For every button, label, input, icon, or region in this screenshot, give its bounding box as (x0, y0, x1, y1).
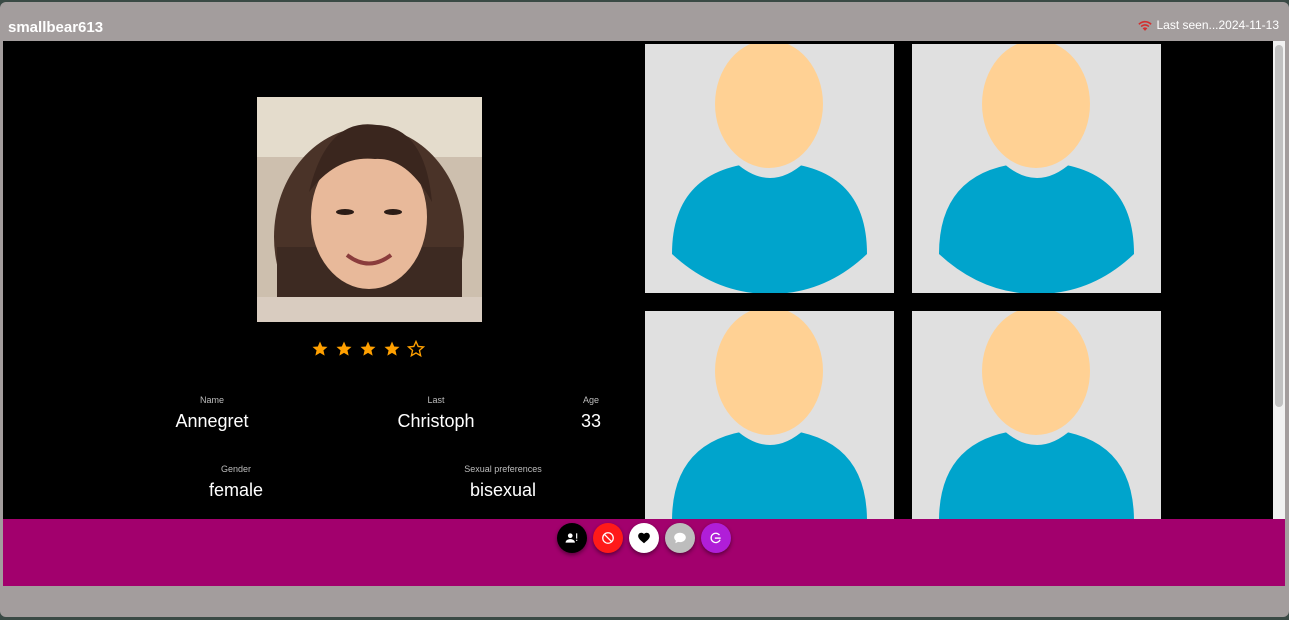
last-seen-text: Last seen...2024-11-13 (1156, 18, 1279, 32)
like-button[interactable] (629, 523, 659, 553)
last-name-value: Christoph (397, 411, 475, 431)
preferences-value: bisexual (469, 480, 537, 500)
last-name-field: Last Christoph (381, 395, 491, 432)
heart-icon (638, 532, 650, 544)
star-filled-icon (384, 341, 400, 356)
gender-value: female (208, 480, 264, 500)
star-filled-icon (312, 341, 328, 356)
user-placeholder-icon (672, 44, 867, 293)
chat-icon (674, 532, 686, 544)
person-add-icon (565, 533, 578, 543)
last-seen-status: Last seen...2024-11-13 (1138, 18, 1279, 32)
action-bar (3, 519, 1285, 586)
preferences-label: Sexual preferences (464, 464, 542, 474)
star-filled-icon (360, 341, 376, 356)
user-placeholder-icon (939, 311, 1134, 519)
user-placeholder-icon (939, 44, 1134, 293)
gender-field: Gender female (191, 464, 281, 501)
block-button[interactable] (593, 523, 623, 553)
profile-panel: Name Annegret Last Christoph Age 33 Gend… (3, 41, 1285, 519)
wifi-icon (1138, 20, 1153, 31)
username-title: smallbear613 (8, 19, 104, 36)
age-label: Age (582, 395, 599, 405)
gallery-photo-2[interactable] (912, 44, 1161, 293)
star-filled-icon (336, 341, 352, 356)
block-icon (602, 532, 614, 544)
report-icon (710, 532, 721, 544)
gender-label: Gender (220, 464, 252, 474)
name-label: Name (199, 395, 224, 405)
preferences-field: Sexual preferences bisexual (443, 464, 563, 501)
gallery-photo-1[interactable] (645, 44, 894, 293)
star-empty-icon (407, 340, 425, 358)
add-friend-button[interactable] (557, 523, 587, 553)
rating-stars (311, 340, 425, 358)
name-value: Annegret (175, 411, 249, 431)
user-placeholder-icon (672, 311, 867, 519)
profile-photo-image (257, 97, 482, 322)
action-buttons (557, 523, 731, 553)
age-value: 33 (580, 411, 602, 431)
profile-photo[interactable] (257, 97, 482, 322)
name-field: Name Annegret (167, 395, 257, 432)
last-name-label: Last (427, 395, 445, 405)
gallery-photo-4[interactable] (912, 311, 1161, 519)
gallery-photo-3[interactable] (645, 311, 894, 519)
report-button[interactable] (701, 523, 731, 553)
scrollbar-thumb[interactable] (1275, 45, 1283, 407)
chat-button[interactable] (665, 523, 695, 553)
app-window: smallbear613 Last seen...2024-11-13 Name… (0, 2, 1289, 617)
age-field: Age 33 (571, 395, 611, 432)
vertical-scrollbar[interactable] (1273, 41, 1285, 519)
